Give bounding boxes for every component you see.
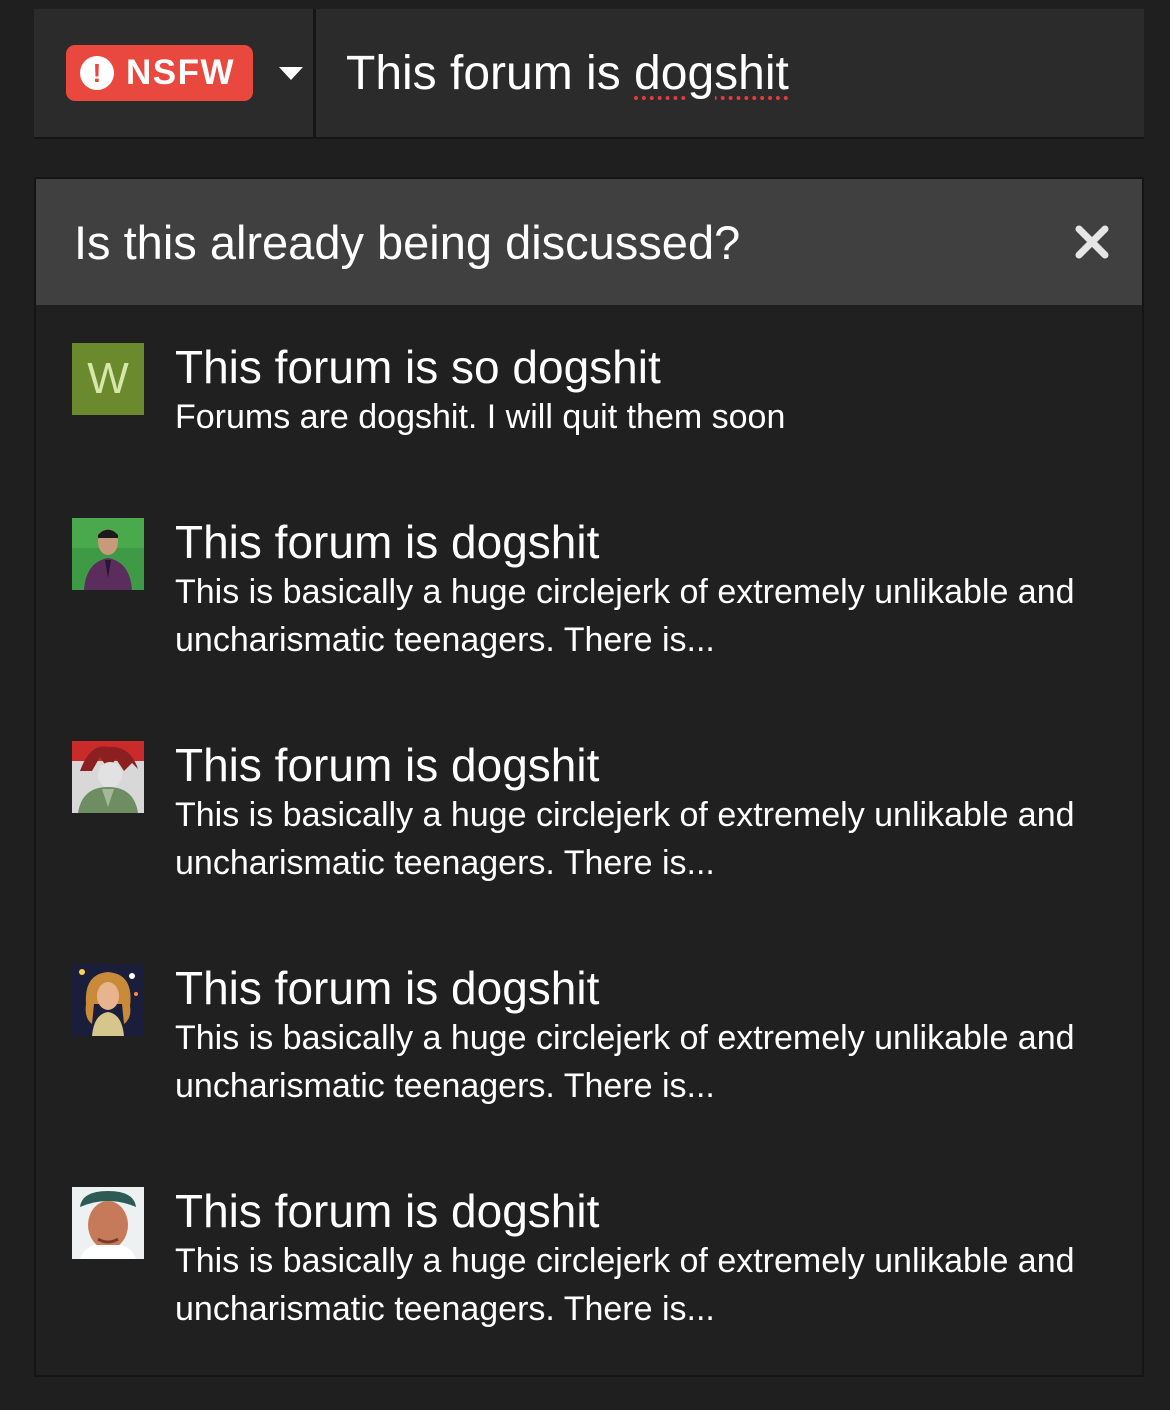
avatar	[72, 1187, 144, 1259]
title-input-text: This forum is	[346, 46, 635, 100]
list-item-text: This forum is so dogshit Forums are dogs…	[175, 341, 1075, 441]
list-item-title[interactable]: This forum is dogshit	[175, 516, 1075, 568]
list-item-text: This forum is dogshit This is basically …	[175, 962, 1075, 1110]
exclamation-circle-icon: !	[80, 56, 114, 90]
avatar: W	[72, 343, 144, 415]
list-item-excerpt: This is basically a huge circlejerk of e…	[175, 573, 1075, 659]
avatar	[72, 741, 144, 813]
list-item-excerpt: This is basically a huge circlejerk of e…	[175, 796, 1075, 882]
panel-header: Is this already being discussed?	[36, 179, 1142, 305]
list-item[interactable]: This forum is dogshit This is basically …	[72, 962, 1112, 1110]
list-item-text: This forum is dogshit This is basically …	[175, 516, 1075, 664]
avatar	[72, 964, 144, 1036]
list-item-text: This forum is dogshit This is basically …	[175, 739, 1075, 887]
list-item-title[interactable]: This forum is dogshit	[175, 962, 1075, 1014]
list-item-excerpt: This is basically a huge circlejerk of e…	[175, 1019, 1075, 1105]
title-misspelled-word: dogshit	[634, 46, 789, 100]
close-icon[interactable]	[1072, 222, 1112, 262]
similar-topics-panel: Is this already being discussed? W This …	[34, 177, 1144, 1377]
list-item-excerpt: Forums are dogshit. I will quit them soo…	[175, 398, 786, 436]
list-item-title[interactable]: This forum is so dogshit	[175, 341, 1075, 393]
avatar-letter: W	[87, 354, 129, 403]
list-item-text: This forum is dogshit This is basically …	[175, 1185, 1075, 1333]
list-item-excerpt: This is basically a huge circlejerk of e…	[175, 1242, 1075, 1328]
list-item[interactable]: This forum is dogshit This is basically …	[72, 739, 1112, 887]
list-item-title[interactable]: This forum is dogshit	[175, 739, 1075, 791]
prefix-selector[interactable]: ! NSFW	[34, 9, 316, 137]
list-item-title[interactable]: This forum is dogshit	[175, 1185, 1075, 1237]
title-input[interactable]: This forum is dogshit	[316, 9, 1144, 137]
nsfw-tag-badge[interactable]: ! NSFW	[66, 45, 254, 101]
list-item[interactable]: This forum is dogshit This is basically …	[72, 1185, 1112, 1333]
list-item[interactable]: This forum is dogshit This is basically …	[72, 516, 1112, 664]
avatar	[72, 518, 144, 590]
nsfw-tag-label: NSFW	[126, 53, 236, 92]
panel-title: Is this already being discussed?	[74, 215, 741, 269]
topic-composer: ! NSFW This forum is dogshit	[34, 9, 1144, 139]
chevron-down-icon[interactable]	[279, 66, 304, 80]
list-item[interactable]: W This forum is so dogshit Forums are do…	[72, 341, 1112, 441]
